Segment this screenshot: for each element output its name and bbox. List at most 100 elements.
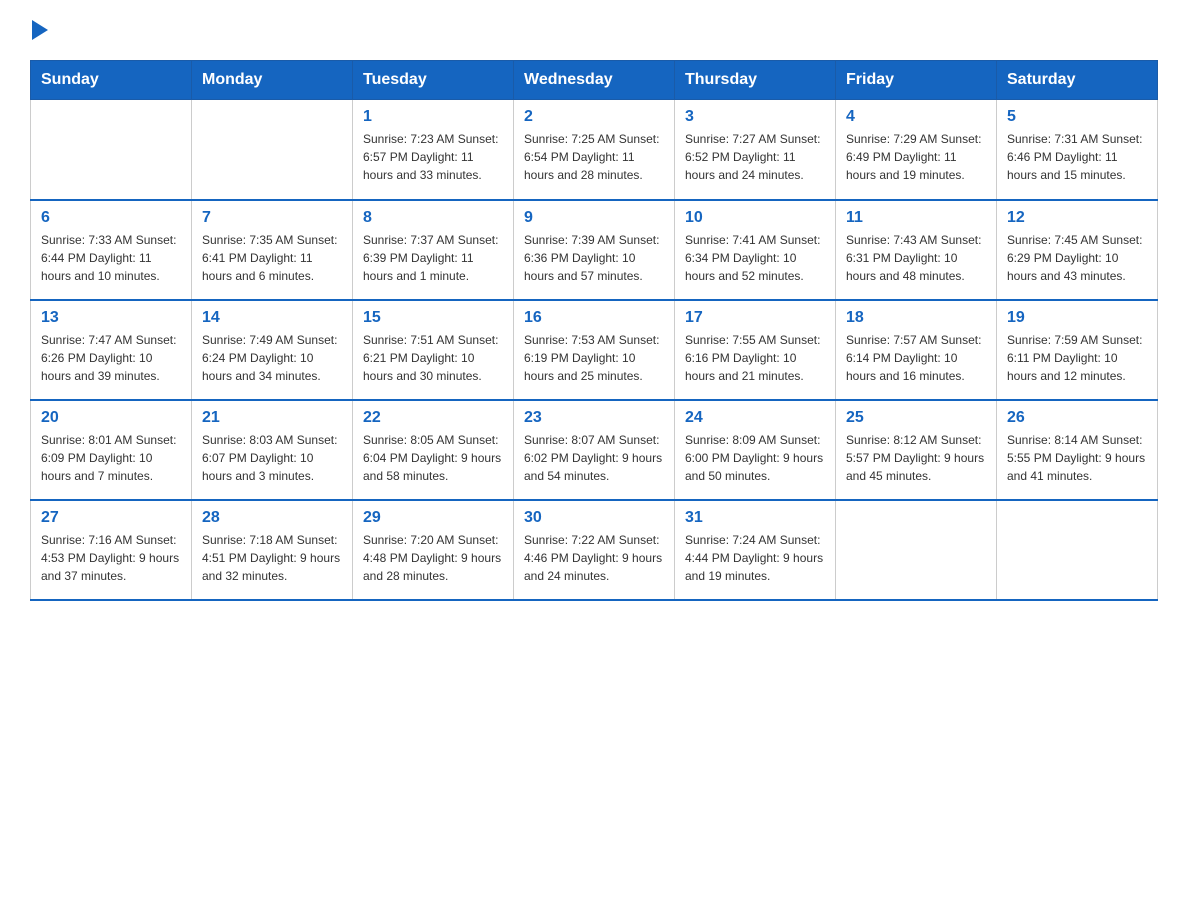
day-number: 7 (202, 209, 342, 227)
logo (30, 20, 48, 40)
day-number: 27 (41, 509, 181, 527)
calendar-cell: 15 Sunrise: 7:51 AM Sunset: 6:21 PM Dayli… (353, 300, 514, 400)
day-info: Sunrise: 7:37 AM Sunset: 6:39 PM Dayligh… (363, 231, 503, 285)
day-number: 11 (846, 209, 986, 227)
week-row-3: 13 Sunrise: 7:47 AM Sunset: 6:26 PM Dayli… (31, 300, 1158, 400)
day-info: Sunrise: 7:57 AM Sunset: 6:14 PM Dayligh… (846, 331, 986, 385)
day-header-row: SundayMondayTuesdayWednesdayThursdayFrid… (31, 61, 1158, 100)
day-info: Sunrise: 7:47 AM Sunset: 6:26 PM Dayligh… (41, 331, 181, 385)
calendar-cell: 3 Sunrise: 7:27 AM Sunset: 6:52 PM Daylig… (675, 100, 836, 200)
calendar-cell: 17 Sunrise: 7:55 AM Sunset: 6:16 PM Dayli… (675, 300, 836, 400)
calendar-cell: 29 Sunrise: 7:20 AM Sunset: 4:48 PM Dayli… (353, 500, 514, 600)
day-info: Sunrise: 7:53 AM Sunset: 6:19 PM Dayligh… (524, 331, 664, 385)
logo-arrow-icon (32, 20, 48, 40)
day-info: Sunrise: 8:03 AM Sunset: 6:07 PM Dayligh… (202, 431, 342, 485)
calendar-cell: 24 Sunrise: 8:09 AM Sunset: 6:00 PM Dayli… (675, 400, 836, 500)
day-info: Sunrise: 7:18 AM Sunset: 4:51 PM Dayligh… (202, 531, 342, 585)
calendar-cell: 18 Sunrise: 7:57 AM Sunset: 6:14 PM Dayli… (836, 300, 997, 400)
calendar-cell: 7 Sunrise: 7:35 AM Sunset: 6:41 PM Daylig… (192, 200, 353, 300)
day-header-monday: Monday (192, 61, 353, 100)
calendar-cell (31, 100, 192, 200)
day-info: Sunrise: 7:59 AM Sunset: 6:11 PM Dayligh… (1007, 331, 1147, 385)
day-header-tuesday: Tuesday (353, 61, 514, 100)
calendar-cell: 13 Sunrise: 7:47 AM Sunset: 6:26 PM Dayli… (31, 300, 192, 400)
day-header-sunday: Sunday (31, 61, 192, 100)
day-info: Sunrise: 7:24 AM Sunset: 4:44 PM Dayligh… (685, 531, 825, 585)
day-info: Sunrise: 7:35 AM Sunset: 6:41 PM Dayligh… (202, 231, 342, 285)
day-number: 9 (524, 209, 664, 227)
day-number: 26 (1007, 409, 1147, 427)
day-number: 24 (685, 409, 825, 427)
day-number: 2 (524, 108, 664, 126)
day-number: 17 (685, 309, 825, 327)
day-info: Sunrise: 8:05 AM Sunset: 6:04 PM Dayligh… (363, 431, 503, 485)
calendar-cell: 19 Sunrise: 7:59 AM Sunset: 6:11 PM Dayli… (997, 300, 1158, 400)
calendar-cell: 8 Sunrise: 7:37 AM Sunset: 6:39 PM Daylig… (353, 200, 514, 300)
day-number: 12 (1007, 209, 1147, 227)
day-number: 16 (524, 309, 664, 327)
day-number: 13 (41, 309, 181, 327)
day-number: 14 (202, 309, 342, 327)
day-number: 15 (363, 309, 503, 327)
day-number: 20 (41, 409, 181, 427)
day-number: 6 (41, 209, 181, 227)
calendar-cell: 23 Sunrise: 8:07 AM Sunset: 6:02 PM Dayli… (514, 400, 675, 500)
day-info: Sunrise: 8:12 AM Sunset: 5:57 PM Dayligh… (846, 431, 986, 485)
day-info: Sunrise: 7:25 AM Sunset: 6:54 PM Dayligh… (524, 130, 664, 184)
calendar-cell: 25 Sunrise: 8:12 AM Sunset: 5:57 PM Dayli… (836, 400, 997, 500)
day-number: 29 (363, 509, 503, 527)
calendar-cell: 9Sunrise: 7:39 AM Sunset: 6:36 PM Daylig… (514, 200, 675, 300)
day-header-saturday: Saturday (997, 61, 1158, 100)
calendar-cell: 21 Sunrise: 8:03 AM Sunset: 6:07 PM Dayli… (192, 400, 353, 500)
day-info: Sunrise: 7:43 AM Sunset: 6:31 PM Dayligh… (846, 231, 986, 285)
week-row-4: 20 Sunrise: 8:01 AM Sunset: 6:09 PM Dayli… (31, 400, 1158, 500)
calendar-cell: 14 Sunrise: 7:49 AM Sunset: 6:24 PM Dayli… (192, 300, 353, 400)
calendar-cell: 2 Sunrise: 7:25 AM Sunset: 6:54 PM Daylig… (514, 100, 675, 200)
calendar-cell (997, 500, 1158, 600)
day-info: Sunrise: 7:49 AM Sunset: 6:24 PM Dayligh… (202, 331, 342, 385)
calendar-table: SundayMondayTuesdayWednesdayThursdayFrid… (30, 60, 1158, 601)
calendar-cell: 31 Sunrise: 7:24 AM Sunset: 4:44 PM Dayli… (675, 500, 836, 600)
day-info: Sunrise: 8:14 AM Sunset: 5:55 PM Dayligh… (1007, 431, 1147, 485)
day-number: 25 (846, 409, 986, 427)
day-info: Sunrise: 7:51 AM Sunset: 6:21 PM Dayligh… (363, 331, 503, 385)
calendar-cell: 11 Sunrise: 7:43 AM Sunset: 6:31 PM Dayli… (836, 200, 997, 300)
day-number: 8 (363, 209, 503, 227)
day-number: 10 (685, 209, 825, 227)
day-number: 18 (846, 309, 986, 327)
day-number: 5 (1007, 108, 1147, 126)
day-number: 19 (1007, 309, 1147, 327)
day-header-friday: Friday (836, 61, 997, 100)
calendar-cell: 6 Sunrise: 7:33 AM Sunset: 6:44 PM Daylig… (31, 200, 192, 300)
day-number: 3 (685, 108, 825, 126)
calendar-cell: 30Sunrise: 7:22 AM Sunset: 4:46 PM Dayli… (514, 500, 675, 600)
day-info: Sunrise: 7:41 AM Sunset: 6:34 PM Dayligh… (685, 231, 825, 285)
day-number: 31 (685, 509, 825, 527)
calendar-cell: 22 Sunrise: 8:05 AM Sunset: 6:04 PM Dayli… (353, 400, 514, 500)
calendar-cell: 5 Sunrise: 7:31 AM Sunset: 6:46 PM Daylig… (997, 100, 1158, 200)
week-row-1: 1Sunrise: 7:23 AM Sunset: 6:57 PM Daylig… (31, 100, 1158, 200)
day-header-wednesday: Wednesday (514, 61, 675, 100)
week-row-2: 6 Sunrise: 7:33 AM Sunset: 6:44 PM Daylig… (31, 200, 1158, 300)
day-info: Sunrise: 7:29 AM Sunset: 6:49 PM Dayligh… (846, 130, 986, 184)
day-number: 21 (202, 409, 342, 427)
day-info: Sunrise: 8:09 AM Sunset: 6:00 PM Dayligh… (685, 431, 825, 485)
week-row-5: 27 Sunrise: 7:16 AM Sunset: 4:53 PM Dayli… (31, 500, 1158, 600)
day-info: Sunrise: 7:27 AM Sunset: 6:52 PM Dayligh… (685, 130, 825, 184)
header (30, 20, 1158, 40)
calendar-cell: 27 Sunrise: 7:16 AM Sunset: 4:53 PM Dayli… (31, 500, 192, 600)
day-info: Sunrise: 8:01 AM Sunset: 6:09 PM Dayligh… (41, 431, 181, 485)
day-info: Sunrise: 7:33 AM Sunset: 6:44 PM Dayligh… (41, 231, 181, 285)
day-header-thursday: Thursday (675, 61, 836, 100)
day-info: Sunrise: 7:16 AM Sunset: 4:53 PM Dayligh… (41, 531, 181, 585)
day-number: 23 (524, 409, 664, 427)
calendar-cell: 4Sunrise: 7:29 AM Sunset: 6:49 PM Daylig… (836, 100, 997, 200)
day-info: Sunrise: 7:20 AM Sunset: 4:48 PM Dayligh… (363, 531, 503, 585)
day-number: 22 (363, 409, 503, 427)
calendar-cell: 10 Sunrise: 7:41 AM Sunset: 6:34 PM Dayli… (675, 200, 836, 300)
day-number: 1 (363, 108, 503, 126)
calendar-cell (836, 500, 997, 600)
day-info: Sunrise: 7:55 AM Sunset: 6:16 PM Dayligh… (685, 331, 825, 385)
day-info: Sunrise: 7:31 AM Sunset: 6:46 PM Dayligh… (1007, 130, 1147, 184)
day-info: Sunrise: 8:07 AM Sunset: 6:02 PM Dayligh… (524, 431, 664, 485)
